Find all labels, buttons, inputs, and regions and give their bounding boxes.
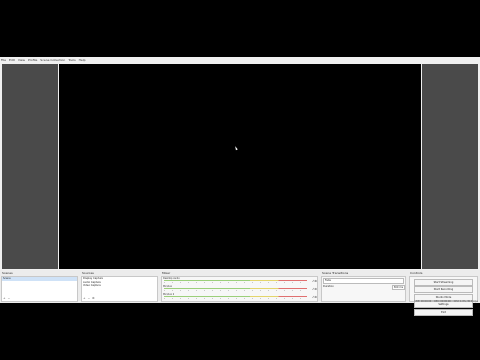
add-source-icon[interactable]: +: [83, 296, 86, 300]
mixer-title: Mixer: [162, 271, 171, 275]
start-recording-button[interactable]: Start Recording: [414, 286, 473, 293]
scenes-title: Scenes: [2, 271, 13, 275]
controls-title: Controls: [410, 271, 423, 275]
obs-window: File Edit View Profile Scene Collection …: [0, 57, 480, 316]
menu-scene-collection[interactable]: Scene Collection: [40, 58, 65, 62]
rec-status: REC: 00:00:00: [434, 300, 451, 303]
scenes-toolbar: + −: [3, 296, 10, 300]
menu-file[interactable]: File: [1, 58, 6, 62]
source-properties-gear-icon[interactable]: ⚙: [92, 296, 95, 300]
scenes-list[interactable]: Scene + −: [1, 276, 78, 302]
scenes-dock: Scenes Scene + −: [1, 271, 79, 302]
transitions-dock: Scene Transitions Fade Duration 300 ms: [321, 271, 407, 302]
controls-dock: Controls Start Streaming Start Recording…: [409, 271, 479, 316]
gear-icon[interactable]: ⚙: [314, 295, 317, 299]
mixer-body: Desktop Audio ♪ ⚙ Mic/Aux ♪ ⚙ Mic/Aux 2: [161, 276, 318, 302]
volume-slider[interactable]: [164, 297, 307, 299]
mouse-cursor-icon: [234, 145, 238, 151]
status-bar: LIVE: 00:00:00 REC: 00:00:00 CPU: 1.4%, …: [414, 300, 478, 303]
menu-tools[interactable]: Tools: [68, 58, 75, 62]
preview-letterbox-left: [2, 64, 58, 269]
cpu-status: CPU: 1.4%, 30.00 fps: [453, 300, 478, 303]
volume-slider[interactable]: [164, 281, 307, 283]
start-streaming-button[interactable]: Start Streaming: [414, 278, 473, 286]
menu-profile[interactable]: Profile: [28, 58, 37, 62]
mixer-dock: Mixer Desktop Audio ♪ ⚙ Mic/Aux ♪ ⚙ Mic/…: [161, 271, 319, 302]
sources-title: Sources: [82, 271, 94, 275]
menu-edit[interactable]: Edit: [9, 58, 15, 62]
preview-canvas[interactable]: [59, 64, 421, 269]
gear-icon[interactable]: ⚙: [314, 279, 317, 283]
duration-label: Duration: [323, 284, 334, 288]
dock-area: Scenes Scene + − Sources Display Capture…: [0, 270, 480, 316]
remove-source-icon[interactable]: −: [88, 296, 91, 300]
sources-toolbar: + − ⚙: [83, 296, 95, 300]
scene-item[interactable]: Scene: [2, 277, 77, 281]
duration-input[interactable]: 300 ms: [391, 284, 405, 290]
mixer-track: Mic/Aux ♪ ⚙: [162, 285, 317, 293]
add-scene-icon[interactable]: +: [3, 296, 6, 300]
preview-letterbox-right: [422, 64, 478, 269]
sources-dock: Sources Display Capture Audio Capture Vi…: [81, 271, 159, 302]
sources-list[interactable]: Display Capture Audio Capture Video Capt…: [81, 276, 158, 302]
source-item[interactable]: Video Capture: [82, 284, 157, 288]
gear-icon[interactable]: ⚙: [314, 287, 317, 291]
controls-body: Start Streaming Start Recording Studio M…: [409, 276, 478, 316]
transition-duration: Duration 300 ms: [322, 284, 405, 290]
transitions-body: Fade Duration 300 ms: [321, 276, 406, 302]
transition-type-select[interactable]: Fade: [323, 278, 404, 284]
volume-slider[interactable]: [164, 289, 307, 291]
mixer-track: Desktop Audio ♪ ⚙: [162, 277, 317, 285]
live-status: LIVE: 00:00:00: [414, 300, 432, 303]
exit-button[interactable]: Exit: [414, 308, 473, 316]
menu-view[interactable]: View: [18, 58, 25, 62]
transitions-title: Scene Transitions: [322, 271, 349, 275]
remove-scene-icon[interactable]: −: [8, 296, 11, 300]
mixer-track: Mic/Aux 2 ♪ ⚙: [162, 293, 317, 301]
menu-help[interactable]: Help: [79, 58, 86, 62]
preview-area: [0, 63, 480, 270]
